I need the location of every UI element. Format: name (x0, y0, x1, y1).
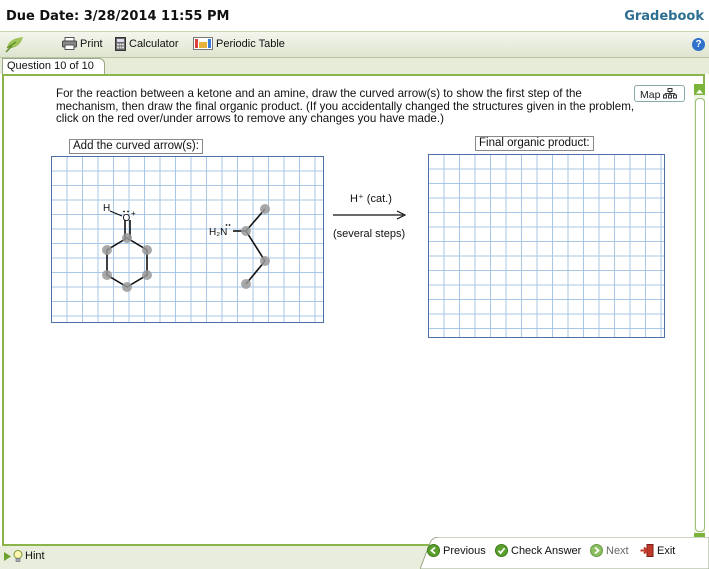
hint-label: Hint (25, 550, 45, 562)
reaction-condition-below: (several steps) (333, 228, 406, 240)
exit-door-icon (640, 544, 654, 557)
previous-label: Previous (443, 544, 486, 557)
exit-button[interactable]: Exit (640, 544, 675, 557)
reaction-condition-above: H⁺ (cat.) (350, 193, 392, 205)
reaction-arrow-icon (333, 210, 407, 220)
top-bar: Due Date: 3/28/2014 11:55 PM Gradebook (0, 0, 709, 32)
gradebook-link[interactable]: Gradebook (624, 9, 704, 24)
calculator-button[interactable]: Calculator (115, 37, 179, 51)
expand-triangle-icon (4, 551, 11, 561)
arrow-right-circle-icon (590, 544, 603, 557)
due-date: Due Date: 3/28/2014 11:55 PM (6, 9, 230, 24)
arrow-left-circle-icon (427, 544, 440, 557)
check-answer-button[interactable]: Check Answer (495, 544, 581, 557)
oxygen-charge: + (131, 209, 136, 218)
map-tree-icon (663, 88, 678, 99)
arrow-up-icon (696, 89, 703, 94)
hint-button[interactable]: Hint (4, 550, 45, 562)
scroll-up-button[interactable] (694, 84, 705, 95)
next-button[interactable]: Next (590, 544, 629, 557)
leaf-logo-icon (5, 37, 23, 53)
amine-structure (225, 204, 270, 289)
printer-icon (62, 37, 77, 50)
oxygen-atom: O (123, 213, 131, 224)
calculator-label: Calculator (129, 38, 179, 50)
exit-label: Exit (657, 544, 676, 557)
map-label: Map (640, 89, 661, 101)
add-arrow-label: Add the curved arrow(s): (69, 139, 203, 154)
print-label: Print (80, 37, 103, 50)
help-button[interactable]: ? (692, 38, 705, 51)
periodic-table-button[interactable]: Periodic Table (193, 37, 285, 50)
periodic-table-label: Periodic Table (216, 37, 285, 50)
toolbar: Print Calculator Periodic Table ? (0, 32, 709, 58)
question-text: For the reaction between a ketone and an… (56, 87, 635, 125)
calculator-icon (115, 37, 126, 51)
product-drawing-canvas[interactable] (428, 154, 665, 338)
lightbulb-icon (13, 550, 23, 562)
next-label: Next (606, 544, 629, 557)
question-tab-row: Question 10 of 10 (0, 58, 709, 74)
scroll-thumb[interactable] (695, 98, 705, 532)
hydrogen-atom: H (103, 203, 110, 214)
amine-label: H₂N (209, 227, 227, 238)
print-button[interactable]: Print (62, 37, 103, 50)
previous-button[interactable]: Previous (427, 544, 486, 557)
final-product-label: Final organic product: (475, 136, 594, 151)
checkmark-circle-icon (495, 544, 508, 557)
map-button[interactable]: Map (634, 85, 685, 102)
question-tab[interactable]: Question 10 of 10 (2, 58, 105, 74)
vertical-scrollbar[interactable] (694, 84, 705, 544)
reactant-molecules: H O + H₂N (102, 203, 270, 292)
check-answer-label: Check Answer (511, 544, 582, 557)
periodic-table-icon (193, 37, 213, 50)
